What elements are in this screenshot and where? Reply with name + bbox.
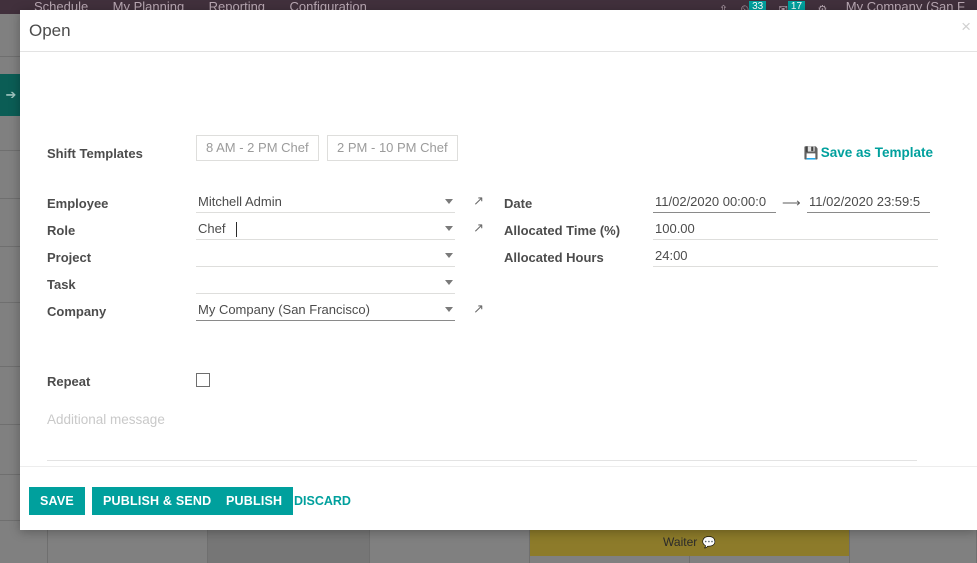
field-employee-label: Employee	[47, 196, 109, 211]
dialog-body: Shift Templates 8 AM - 2 PM Chef 2 PM - …	[20, 52, 977, 466]
task-input[interactable]	[196, 273, 455, 294]
company-external-link-icon[interactable]: ↗	[473, 302, 484, 316]
publish-button[interactable]: PUBLISH	[215, 487, 294, 515]
dialog-title: Open	[29, 21, 71, 40]
repeat-label: Repeat	[47, 374, 91, 389]
dialog-header: Open ×	[20, 10, 977, 52]
repeat-checkbox[interactable]	[196, 373, 210, 387]
gantt-expand-button[interactable]: ➔	[0, 74, 22, 116]
project-input[interactable]	[196, 246, 455, 267]
publish-and-send-button[interactable]: PUBLISH & SEND	[92, 487, 223, 515]
shift-template-option-2[interactable]: 2 PM - 10 PM Chef	[327, 135, 458, 161]
allocated-hours-input[interactable]	[653, 246, 938, 267]
field-role-label: Role	[47, 223, 76, 238]
message-divider	[47, 460, 917, 461]
field-company: Company ↗	[47, 300, 487, 327]
field-task-label: Task	[47, 277, 76, 292]
field-date: Date ⟶	[504, 192, 944, 219]
role-external-link-icon[interactable]: ↗	[473, 221, 484, 235]
save-as-template-button[interactable]: 💾 Save as Template	[804, 145, 933, 160]
arrow-right-icon: ⟶	[782, 195, 801, 210]
shift-bar-label: Waiter	[663, 535, 698, 549]
additional-message-input[interactable]	[47, 410, 917, 429]
additional-message-area	[47, 410, 917, 429]
save-as-template-label: Save as Template	[820, 145, 933, 160]
field-task: Task	[47, 273, 487, 300]
field-project: Project	[47, 246, 487, 273]
employee-input[interactable]	[196, 192, 455, 213]
field-allocated-time: Allocated Time (%)	[504, 219, 944, 246]
text-cursor	[236, 222, 237, 237]
shift-template-option-1[interactable]: 8 AM - 2 PM Chef	[196, 135, 319, 161]
role-input[interactable]	[196, 219, 455, 240]
shift-templates-group: 8 AM - 2 PM Chef 2 PM - 10 PM Chef	[196, 135, 462, 161]
comment-bubble-icon: 💬	[702, 537, 716, 549]
discard-button[interactable]: DISCARD	[288, 487, 357, 515]
fields-left-column: Employee ↗ Role ↗	[47, 192, 487, 327]
arrow-right-icon: ➔	[5, 87, 17, 102]
floppy-save-icon: 💾	[803, 146, 819, 160]
gantt-shift-bar-waiter[interactable]: Waiter 💬	[530, 530, 850, 556]
field-role: Role ↗	[47, 219, 487, 246]
field-employee: Employee ↗	[47, 192, 487, 219]
field-date-label: Date	[504, 196, 533, 211]
company-input[interactable]	[196, 300, 455, 321]
close-icon[interactable]: ×	[961, 18, 971, 36]
field-project-label: Project	[47, 250, 92, 265]
shift-templates-label: Shift Templates	[47, 146, 143, 161]
date-end-input[interactable]	[807, 192, 930, 213]
employee-external-link-icon[interactable]: ↗	[473, 194, 484, 208]
fields-right-column: Date ⟶ Allocated Time (%) A	[504, 192, 944, 273]
save-button[interactable]: SAVE	[29, 487, 85, 515]
field-company-label: Company	[47, 304, 107, 319]
field-allocated-hours: Allocated Hours	[504, 246, 944, 273]
shift-dialog: Open × Shift Templates 8 AM - 2 PM Chef …	[20, 10, 977, 530]
allocated-time-input[interactable]	[653, 219, 938, 240]
field-allocated-hours-label: Allocated Hours	[504, 250, 604, 265]
dialog-footer: SAVE PUBLISH & SEND PUBLISH DISCARD	[20, 466, 977, 530]
date-start-input[interactable]	[653, 192, 776, 213]
field-allocated-time-label: Allocated Time (%)	[504, 223, 621, 238]
